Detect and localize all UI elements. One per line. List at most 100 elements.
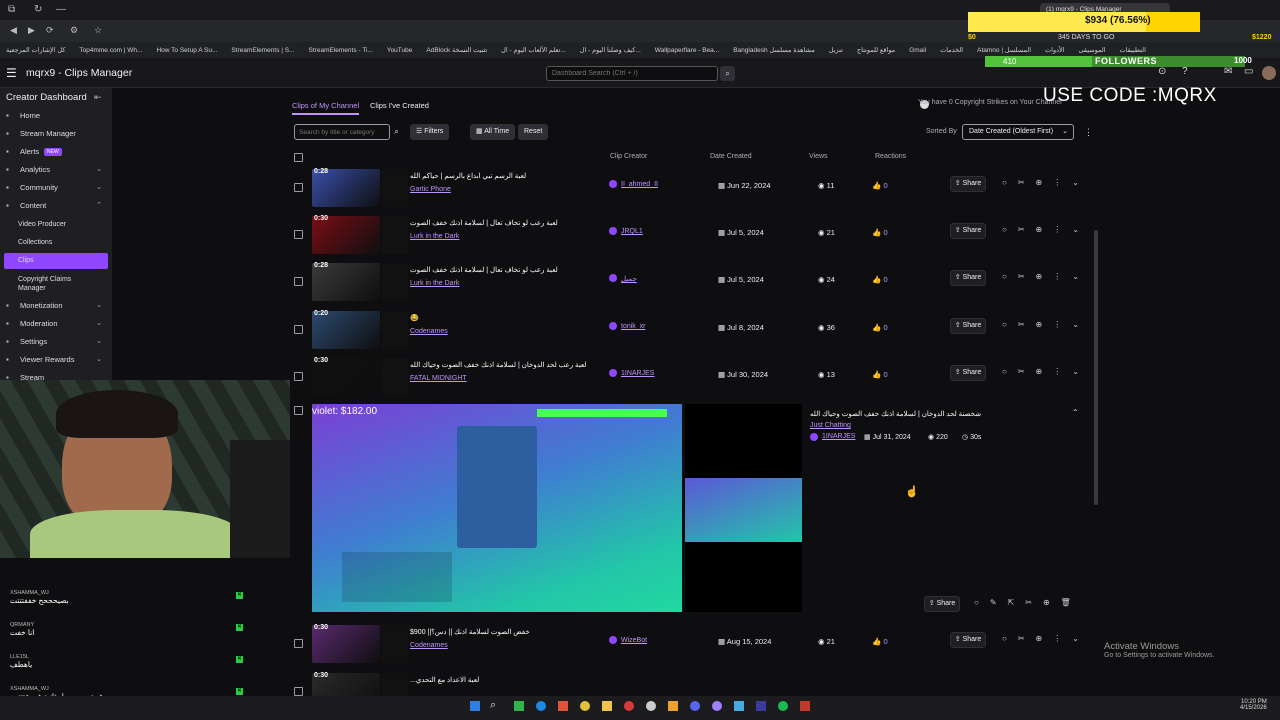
brave-icon[interactable] <box>558 701 568 711</box>
row-checkbox[interactable] <box>294 687 303 696</box>
collapse-sidebar-icon[interactable]: ⇤ <box>94 92 102 103</box>
scrollbar[interactable] <box>1094 230 1098 505</box>
table-row[interactable]: 0:30 لعبة رعب لو تخاف تعال | لسلامة اذنك … <box>290 213 1100 259</box>
telegram-icon[interactable] <box>734 701 744 711</box>
clip-thumbnail-vertical[interactable] <box>382 625 408 663</box>
bookmark-item[interactable]: StreamElements | S... <box>231 47 294 54</box>
clip-game-link[interactable]: FATAL MIDNIGHT <box>410 375 467 382</box>
bookmark-item[interactable]: تعلم الألعاب اليوم - ال... <box>501 46 566 54</box>
inbox-icon[interactable]: ✉ <box>1224 66 1232 77</box>
dashboard-search-input[interactable] <box>546 66 718 81</box>
row-action-icons[interactable]: ○✂⊕⋮⌄ <box>1002 367 1090 376</box>
spotify-icon[interactable] <box>778 701 788 711</box>
extensions-icon[interactable]: ⚙ <box>70 25 78 36</box>
bookmark-item[interactable]: مواقع للمونتاج <box>857 46 895 54</box>
bookmark-item[interactable]: YouTube <box>387 47 413 54</box>
column-clip-creator[interactable]: Clip Creator <box>610 153 647 160</box>
row-action-icons[interactable]: ○✂⊕⋮⌄ <box>1002 225 1090 234</box>
row-checkbox[interactable] <box>294 639 303 648</box>
share-button[interactable]: ⇪ Share <box>950 365 986 381</box>
table-row[interactable]: 0:30 لعبة رعب لحد الدوخان | لسلامة اذنك خ… <box>290 355 1100 401</box>
column-reactions[interactable]: Reactions <box>875 153 906 160</box>
row-checkbox[interactable] <box>294 277 303 286</box>
column-views[interactable]: Views <box>809 153 828 160</box>
share-button[interactable]: ⇪ Share <box>950 223 986 239</box>
clip-creator-link[interactable]: 1INARJES <box>621 370 654 377</box>
sidebar-sub-video-producer[interactable]: Video Producer <box>18 221 66 228</box>
sidebar-item-community[interactable]: ▪ Community ⌄ <box>0 180 112 196</box>
filters-button[interactable]: ☰ Filters <box>410 124 450 140</box>
bookmark-item[interactable]: Wallpaperflare - Bea... <box>655 47 719 54</box>
expanded-clip-creator[interactable]: 1INARJES <box>822 433 855 440</box>
settings-taskbar-icon[interactable] <box>646 701 656 711</box>
sort-select[interactable]: Date Created (Oldest First) ⌄ <box>962 124 1074 140</box>
help-icon[interactable]: ? <box>1182 66 1188 77</box>
hamburger-menu-icon[interactable]: ☰ <box>6 66 17 80</box>
bookmark-item[interactable]: Atamno | المسلسل <box>977 46 1031 54</box>
row-checkbox[interactable] <box>294 183 303 192</box>
table-row[interactable]: 0:28 لعبة رعب لو تخاف تعال | لسلامة اذنك … <box>290 260 1100 306</box>
bookmark-item[interactable]: التطبيقات <box>1120 46 1146 54</box>
clip-creator-link[interactable]: WizeBot <box>621 637 647 644</box>
clip-creator-link[interactable]: JRQL1 <box>621 228 643 235</box>
sidebar-item-stream[interactable]: ▪ Stream <box>0 370 112 386</box>
clip-game-link[interactable]: Codenames <box>410 328 448 335</box>
clip-game-link[interactable]: Lurk in the Dark <box>410 280 459 287</box>
expanded-action-icons[interactable]: ○✎⇱✂⊕🗑 <box>974 598 1082 607</box>
bookmark-item[interactable]: Bangladesh مشاهدة مسلسل <box>733 46 815 54</box>
collapse-row-icon[interactable]: ⌃ <box>1072 408 1079 417</box>
sidebar-item-stream-manager[interactable]: ▪ Stream Manager <box>0 126 112 142</box>
expanded-share-button[interactable]: ⇪ Share <box>924 596 960 612</box>
chat-icon[interactable]: ▭ <box>1244 66 1253 77</box>
clip-preview-video[interactable]: violet: $182.00 <box>312 404 682 612</box>
minimize-icon[interactable]: — <box>56 4 66 15</box>
reset-button[interactable]: Reset <box>518 124 549 140</box>
sidebar-item-content[interactable]: ▪ Content ⌃ <box>0 198 112 214</box>
app-icon[interactable] <box>668 701 678 711</box>
avatar[interactable] <box>1262 66 1276 80</box>
table-row[interactable]: 0:30 خفض الصوت لسلامة اذنك || دس؟|| 900$ C… <box>290 622 1100 668</box>
sidebar-item-viewer-rewards[interactable]: ▪ Viewer Rewards ⌄ <box>0 352 112 368</box>
search-icon[interactable]: ⌕ <box>720 66 735 81</box>
clip-game-link[interactable]: Lurk in the Dark <box>410 233 459 240</box>
reload-icon[interactable]: ↻ <box>34 4 42 15</box>
row-checkbox[interactable] <box>294 325 303 334</box>
column-date-created[interactable]: Date Created <box>710 153 752 160</box>
edge-icon[interactable] <box>536 701 546 711</box>
clip-creator-link[interactable]: II_ahmed_II <box>621 181 658 188</box>
row-action-icons[interactable]: ○✂⊕⋮⌄ <box>1002 178 1090 187</box>
clip-creator-link[interactable]: tonik_xr <box>621 323 646 330</box>
clip-thumbnail-vertical[interactable] <box>382 358 408 396</box>
row-action-icons[interactable]: ○✂⊕⋮⌄ <box>1002 634 1090 643</box>
clip-thumbnail-vertical[interactable] <box>382 169 408 207</box>
share-button[interactable]: ⇪ Share <box>950 632 986 648</box>
premiere-icon[interactable] <box>756 701 766 711</box>
clip-vertical-preview[interactable] <box>685 404 802 612</box>
clip-thumbnail-vertical[interactable] <box>382 311 408 349</box>
refresh-icon[interactable]: ⟳ <box>46 25 54 36</box>
sidebar-item-alerts[interactable]: ▪ Alerts NEW <box>0 144 112 160</box>
row-checkbox[interactable] <box>294 230 303 239</box>
window-icon[interactable]: ⧉ <box>8 4 15 15</box>
bookmark-item[interactable]: الموسيقى <box>1079 46 1106 54</box>
table-row[interactable]: 0:28 لعبة الرسم تبي ابداع بالرسم | حياكم … <box>290 166 1100 212</box>
app3-icon[interactable] <box>800 701 810 711</box>
table-row[interactable]: 0:20 😂 Codenames tonik_xr ▦ Jul 8, 2024 ◉ 36 👍… <box>290 308 1100 354</box>
row-checkbox[interactable] <box>294 406 303 415</box>
xbox-icon[interactable] <box>514 701 524 711</box>
share-button[interactable]: ⇪ Share <box>950 176 986 192</box>
clip-thumbnail-vertical[interactable] <box>382 263 408 301</box>
bookmark-item[interactable]: StreamElements - Ti... <box>309 47 373 54</box>
bookmark-item[interactable]: الأدوات <box>1045 46 1064 54</box>
app2-icon[interactable] <box>712 701 722 711</box>
sidebar-sub-collections[interactable]: Collections <box>18 239 52 246</box>
folder-icon[interactable] <box>602 701 612 711</box>
sidebar-item-moderation[interactable]: ▪ Moderation ⌄ <box>0 316 112 332</box>
obs-icon[interactable] <box>624 701 634 711</box>
sidebar-sub-clips[interactable]: Clips <box>18 257 34 264</box>
clip-game-link[interactable]: Codenames <box>410 642 448 649</box>
bookmark-item[interactable]: الخدمات <box>940 46 963 54</box>
share-button[interactable]: ⇪ Share <box>950 270 986 286</box>
clip-search-icon[interactable]: ⌕ <box>394 126 399 137</box>
bookmark-item[interactable]: كيف وصلنا اليوم - ال... <box>580 46 641 54</box>
